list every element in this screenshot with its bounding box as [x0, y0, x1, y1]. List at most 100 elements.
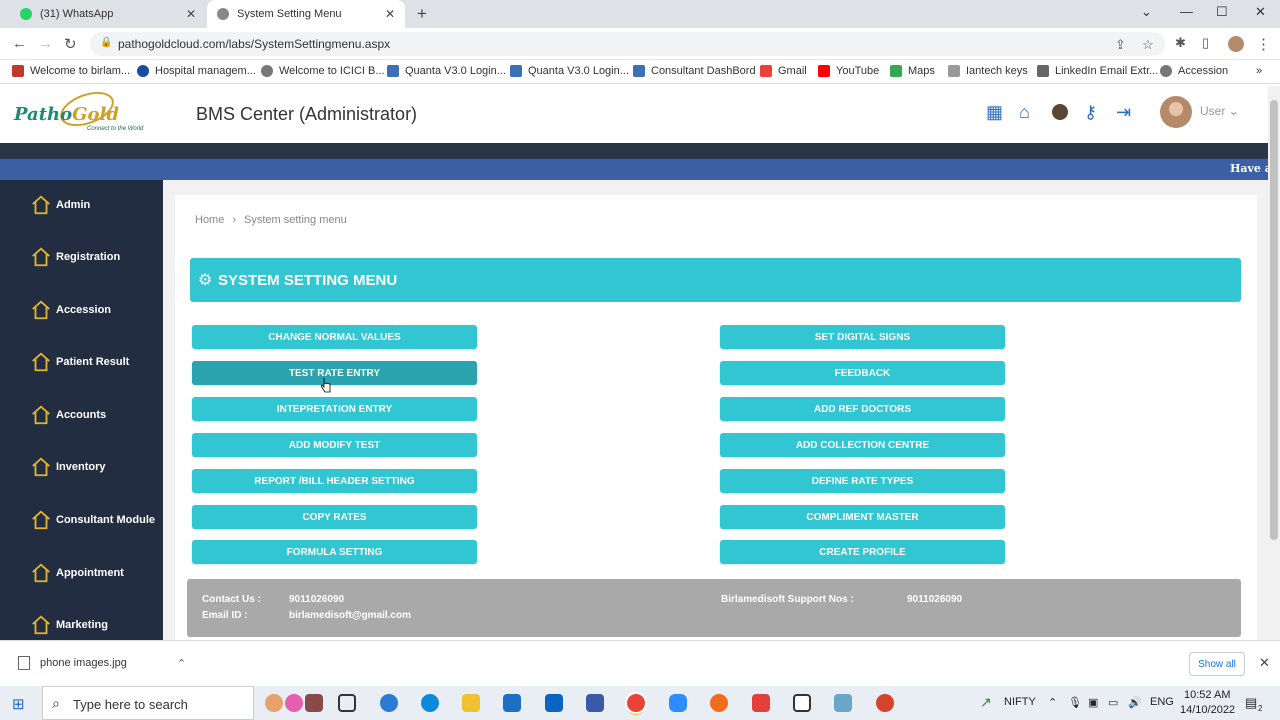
create-profile-button[interactable]: CREATE PROFILE [720, 540, 1005, 564]
minimize-icon[interactable]: — [1180, 4, 1193, 19]
extensions-icon[interactable]: ✱ [1175, 35, 1186, 51]
sidebar-item-patient-result[interactable]: Patient Result [30, 351, 129, 373]
scrollbar-thumb[interactable] [1270, 100, 1278, 540]
pathogold-logo[interactable]: PathoGold Connect to the World [14, 85, 164, 140]
close-tab-icon[interactable]: ✕ [186, 7, 196, 21]
set-digital-signs-button[interactable]: SET DIGITAL SIGNS [720, 325, 1005, 349]
bookmark-item[interactable]: Consultant DashBord [633, 65, 756, 77]
nifty-widget[interactable]: NIFTY [1004, 696, 1036, 708]
close-icon[interactable]: ✕ [1259, 655, 1270, 671]
bookmark-item[interactable]: Quanta V3.0 Login... [387, 65, 506, 77]
close-tab-icon[interactable]: ✕ [385, 7, 395, 21]
bookmark-item[interactable]: Accession [1160, 65, 1228, 77]
bookmark-item[interactable]: Iantech keys [948, 65, 1028, 77]
volume-icon[interactable]: 🔊 [1128, 696, 1142, 709]
add-ref-doctors-button[interactable]: ADD REF DOCTORS [720, 397, 1005, 421]
intepretation-entry-button[interactable]: INTEPRETATION ENTRY [192, 397, 477, 421]
microphone-icon[interactable]: 🎙 [1068, 696, 1082, 709]
logout-icon[interactable]: ⇥ [1116, 102, 1131, 123]
zoom-icon[interactable] [669, 694, 687, 712]
tab-system-setting-menu[interactable]: System Setting Menu ✕ [207, 0, 405, 28]
tab-whatsapp[interactable]: (31) WhatsApp ✕ [10, 0, 206, 28]
email-value[interactable]: birlamedisoft@gmail.com [289, 610, 411, 621]
maximize-icon[interactable]: ☐ [1216, 4, 1228, 20]
task-view-icon[interactable] [338, 694, 356, 712]
apps-grid-icon[interactable]: ▦ [986, 102, 1003, 123]
chevron-up-icon[interactable]: ⌃ [1048, 696, 1057, 709]
clock-date[interactable]: 14/10/2022 [1180, 704, 1235, 716]
feedback-button[interactable]: FEEDBACK [720, 361, 1005, 385]
weather-widget-icon[interactable] [305, 694, 323, 712]
firefox-icon[interactable] [710, 694, 728, 712]
download-item[interactable]: phone images.jpg ⌃ [18, 656, 186, 670]
sidebar-item-inventory[interactable]: Inventory [30, 456, 106, 478]
chrome-icon[interactable] [627, 694, 645, 712]
define-rate-types-button[interactable]: DEFINE RATE TYPES [720, 469, 1005, 493]
url-input[interactable]: 🔒 pathogoldcloud.com/labs/SystemSettingm… [90, 32, 1165, 56]
user-menu[interactable]: User ⌄ [1200, 104, 1239, 118]
avatar[interactable] [1160, 96, 1192, 128]
profile-avatar[interactable] [1228, 36, 1244, 52]
weather-widget-icon[interactable] [265, 694, 283, 712]
store-icon[interactable] [503, 694, 521, 712]
change-normal-values-button[interactable]: CHANGE NORMAL VALUES [192, 325, 477, 349]
add-modify-test-button[interactable]: ADD MODIFY TEST [192, 433, 477, 457]
app-icon[interactable] [380, 694, 398, 712]
chevron-down-icon[interactable]: ⌄ [1141, 4, 1152, 20]
app-icon[interactable] [586, 694, 604, 712]
star-icon[interactable]: ☆ [1142, 37, 1154, 53]
edge-icon[interactable] [421, 694, 439, 712]
weather-widget-icon[interactable] [285, 694, 303, 712]
new-tab-icon[interactable]: + [417, 4, 427, 24]
breadcrumb-home[interactable]: Home [195, 214, 224, 226]
bookmark-item[interactable]: YouTube [818, 65, 879, 77]
add-collection-centre-button[interactable]: ADD COLLECTION CENTRE [720, 433, 1005, 457]
battery-icon[interactable]: ▭ [1108, 696, 1118, 709]
app-icon[interactable] [834, 694, 852, 712]
side-panel-icon[interactable]: ▯ [1202, 35, 1209, 51]
bookmark-item[interactable]: Quanta V3.0 Login... [510, 65, 629, 77]
globe-icon[interactable] [1052, 104, 1068, 120]
menu-icon[interactable]: ⋮ [1256, 35, 1271, 53]
close-window-icon[interactable]: ✕ [1255, 4, 1266, 20]
reload-icon[interactable]: ↻ [64, 35, 77, 53]
sidebar-item-accounts[interactable]: Accounts [30, 404, 106, 426]
test-rate-entry-button[interactable]: TEST RATE ENTRY [192, 361, 477, 385]
app-icon[interactable] [876, 694, 894, 712]
share-icon[interactable]: ⇪ [1115, 37, 1126, 53]
outlook-icon[interactable] [545, 694, 563, 712]
copy-rates-button[interactable]: COPY RATES [192, 505, 477, 529]
sidebar-item-admin[interactable]: Admin [30, 194, 90, 216]
home-icon[interactable]: ⌂ [1019, 102, 1030, 123]
windows-start-icon[interactable]: ⊞ [12, 695, 25, 713]
app-icon[interactable] [752, 694, 770, 712]
more-bookmarks-icon[interactable]: » [1256, 65, 1262, 77]
bookmark-item[interactable]: LinkedIn Email Extr... [1037, 65, 1158, 77]
compliment-master-button[interactable]: COMPLIMENT MASTER [720, 505, 1005, 529]
language-indicator[interactable]: ENG [1150, 696, 1174, 708]
sidebar-item-registration[interactable]: Registration [30, 246, 120, 268]
formula-setting-button[interactable]: FORMULA SETTING [192, 540, 477, 564]
show-all-button[interactable]: Show all [1189, 652, 1245, 676]
taskbar-search-input[interactable]: ⌕ Type here to search [42, 686, 254, 720]
sidebar-item-accession[interactable]: Accession [30, 299, 111, 321]
sidebar-item-appointment[interactable]: Appointment [30, 562, 124, 584]
notification-icon[interactable]: ▤ [1245, 695, 1257, 711]
sidebar-item-consultant-module[interactable]: Consultant Module [30, 509, 155, 531]
key-icon[interactable]: ⚷ [1084, 102, 1097, 123]
forward-icon[interactable]: → [38, 35, 53, 52]
network-icon[interactable]: ▣ [1088, 696, 1098, 709]
chevron-up-icon[interactable]: ⌃ [177, 657, 186, 670]
bookmark-item[interactable]: Maps [890, 65, 935, 77]
bookmark-item[interactable]: Welcome to ICICI B... [261, 65, 385, 77]
report-bill-header-setting-button[interactable]: REPORT /BILL HEADER SETTING [192, 469, 477, 493]
sidebar-item-marketing[interactable]: Marketing [30, 614, 108, 636]
app-icon[interactable] [793, 694, 811, 712]
bookmark-item[interactable]: Hospital managem... [137, 65, 256, 77]
bookmark-item[interactable]: Welcome to birlam... [12, 65, 130, 77]
file-explorer-icon[interactable] [462, 694, 480, 712]
page-scrollbar[interactable] [1268, 86, 1280, 640]
bookmark-item[interactable]: Gmail [760, 65, 807, 77]
back-icon[interactable]: ← [12, 35, 27, 52]
clock-time[interactable]: 10:52 AM [1184, 689, 1230, 701]
